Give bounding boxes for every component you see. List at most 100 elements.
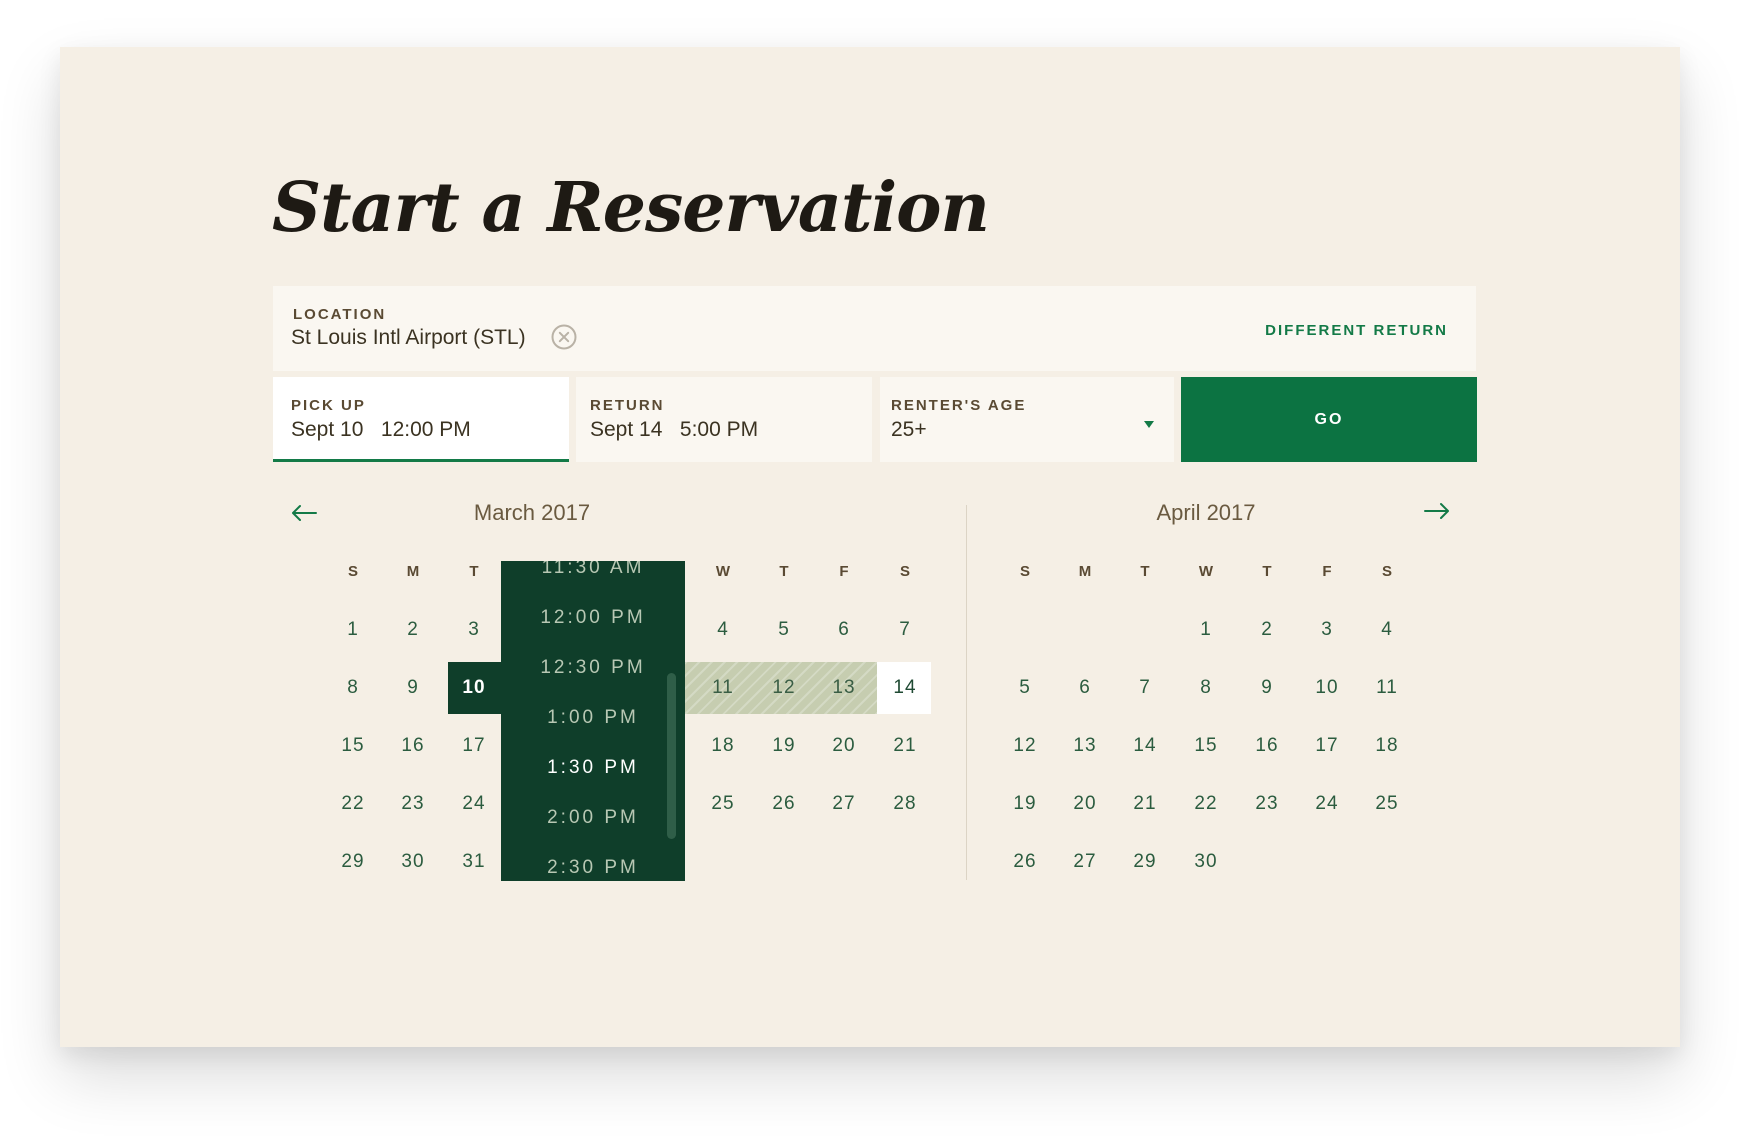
calendar-day[interactable]: 18 [1359,720,1415,772]
return-value: Sept 14 5:00 PM [590,418,759,441]
circle-x-icon[interactable] [551,324,577,350]
calendar-day[interactable]: 22 [325,778,381,830]
calendar-day[interactable]: 19 [997,778,1053,830]
go-button[interactable]: GO [1181,377,1477,462]
weekday-header: S [1381,563,1392,580]
calendar-day[interactable]: 31 [446,836,502,888]
calendar-day[interactable]: 7 [877,604,933,656]
renter-age-select[interactable]: RENTER'S AGE 25+ [880,377,1174,462]
calendar-day[interactable]: 4 [1359,604,1415,656]
calendar-day[interactable]: 1 [325,604,381,656]
calendar-day[interactable]: 7 [1117,662,1173,714]
page-title: Start a Reservation [272,168,990,248]
location-field[interactable]: LOCATION St Louis Intl Airport (STL) DIF… [273,286,1476,371]
renter-age-label: RENTER'S AGE [891,397,1027,414]
calendar-day[interactable]: 11 [1359,662,1415,714]
calendar-day[interactable]: 1 [1178,604,1234,656]
calendar-day[interactable]: 28 [877,778,933,830]
calendar-day[interactable]: 23 [1239,778,1295,830]
time-option[interactable]: 12:00 PM [501,603,685,633]
calendar-day[interactable]: 4 [695,604,751,656]
calendar-day[interactable]: 11 [695,662,751,714]
calendar-day[interactable]: 13 [816,662,872,714]
calendar-day[interactable]: 13 [1057,720,1113,772]
calendar-day[interactable]: 29 [1117,836,1173,888]
calendar-day[interactable]: 17 [1299,720,1355,772]
calendar-day[interactable]: 21 [1117,778,1173,830]
weekday-header: M [1078,563,1092,580]
month-title-april: April 2017 [1156,500,1256,525]
return-label: RETURN [590,397,665,414]
calendar-day[interactable]: 17 [446,720,502,772]
calendar-day[interactable]: 21 [877,720,933,772]
calendar-day[interactable]: 25 [1359,778,1415,830]
calendar-day[interactable]: 20 [1057,778,1113,830]
calendar-day[interactable]: 8 [325,662,381,714]
calendar-day[interactable]: 14 [877,662,933,714]
return-field[interactable]: RETURN Sept 14 5:00 PM [576,377,872,462]
calendar-day[interactable]: 23 [385,778,441,830]
calendar-day[interactable]: 18 [695,720,751,772]
calendar-day[interactable]: 27 [816,778,872,830]
calendar-day[interactable]: 16 [1239,720,1295,772]
calendar-day[interactable]: 3 [1299,604,1355,656]
calendar-day[interactable]: 2 [1239,604,1295,656]
time-option[interactable]: 2:00 PM [501,803,685,833]
calendar-day[interactable]: 6 [1057,662,1113,714]
calendar-day[interactable]: 14 [1117,720,1173,772]
time-option[interactable]: 12:30 PM [501,653,685,683]
location-label: LOCATION [293,306,387,323]
calendar-day[interactable]: 26 [997,836,1053,888]
calendar-day[interactable]: 26 [756,778,812,830]
calendar-day[interactable]: 22 [1178,778,1234,830]
time-option[interactable]: 11:30 AM [501,561,685,583]
weekday-header: F [1322,563,1332,580]
calendar-day[interactable]: 29 [325,836,381,888]
calendar-day[interactable]: 24 [1299,778,1355,830]
weekday-header: F [839,563,849,580]
arrow-right-icon[interactable] [1423,501,1451,521]
calendar-day[interactable]: 19 [756,720,812,772]
time-option[interactable]: 1:00 PM [501,703,685,733]
calendar-day[interactable]: 25 [695,778,751,830]
calendar-day[interactable]: 30 [385,836,441,888]
location-value: St Louis Intl Airport (STL) [291,326,526,349]
calendar-day[interactable]: 9 [1239,662,1295,714]
calendar-day[interactable]: 27 [1057,836,1113,888]
calendar-day[interactable]: 15 [325,720,381,772]
calendar-day[interactable]: 16 [385,720,441,772]
weekday-header: T [469,563,479,580]
weekday-header: W [1198,563,1214,580]
calendar-day[interactable]: 2 [385,604,441,656]
pickup-value: Sept 10 12:00 PM [291,418,471,441]
calendar-day[interactable]: 15 [1178,720,1234,772]
weekday-header: T [1262,563,1272,580]
pickup-field[interactable]: PICK UP Sept 10 12:00 PM [273,377,569,462]
calendar-day[interactable]: 12 [756,662,812,714]
pickup-label: PICK UP [291,397,366,414]
calendar-day[interactable]: 9 [385,662,441,714]
month-title-march: March 2017 [473,500,591,525]
renter-age-value: 25+ [891,418,927,441]
weekday-header: S [347,563,358,580]
weekday-header: T [1140,563,1150,580]
calendar-day[interactable]: 5 [756,604,812,656]
time-option[interactable]: 2:30 PM [501,853,685,881]
time-option[interactable]: 1:30 PM [501,753,685,783]
calendar-day[interactable]: 3 [446,604,502,656]
caret-down-icon [1144,421,1154,428]
arrow-left-icon[interactable] [290,503,318,523]
weekday-header: S [899,563,910,580]
calendar-divider [966,505,967,880]
calendar-day[interactable]: 20 [816,720,872,772]
calendar-day[interactable]: 10 [446,662,502,714]
calendar-day[interactable]: 5 [997,662,1053,714]
calendar-day[interactable]: 24 [446,778,502,830]
calendar-day[interactable]: 10 [1299,662,1355,714]
calendar-day[interactable]: 12 [997,720,1053,772]
calendar-day[interactable]: 30 [1178,836,1234,888]
different-return-link[interactable]: DIFFERENT RETURN [1265,322,1448,339]
time-dropdown[interactable]: 11:30 AM 12:00 PM 12:30 PM 1:00 PM 1:30 PM 2:… [501,561,685,881]
calendar-day[interactable]: 8 [1178,662,1234,714]
calendar-day[interactable]: 6 [816,604,872,656]
